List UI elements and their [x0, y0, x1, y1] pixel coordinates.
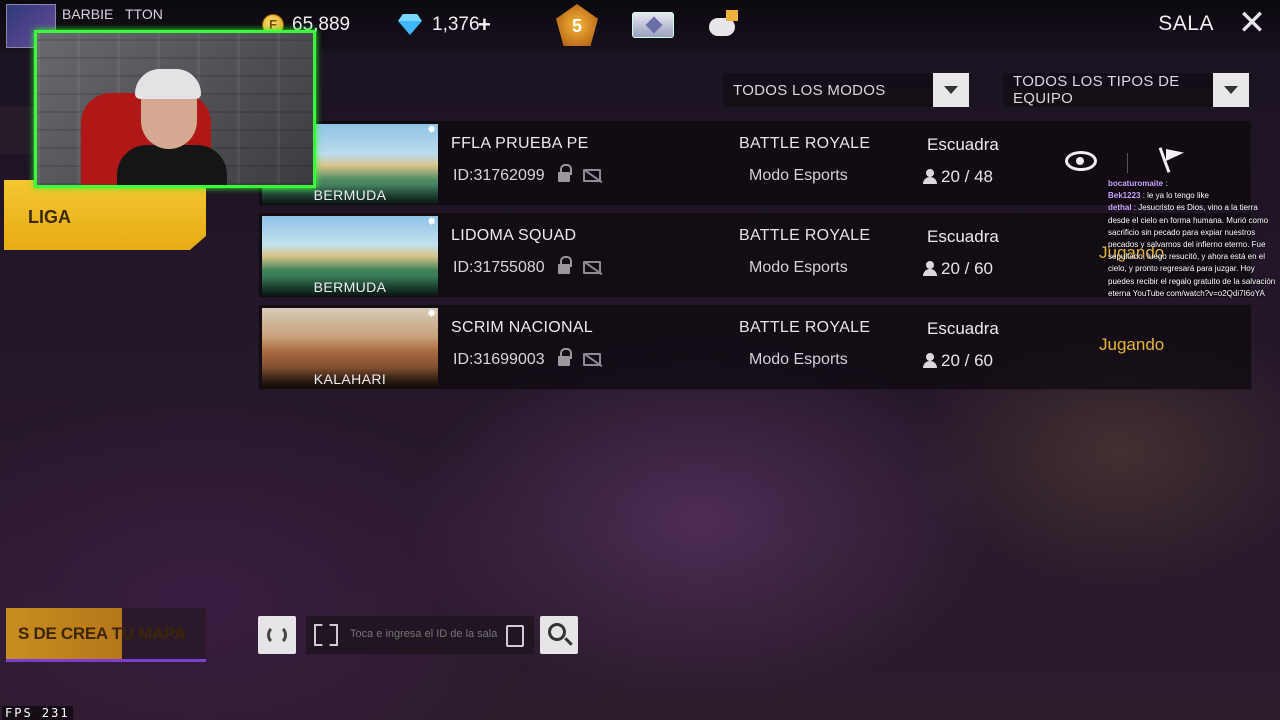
- create-map-banner[interactable]: S DE CREA TU MAPA: [6, 608, 206, 662]
- chevron-down-icon: [1213, 73, 1249, 107]
- chat-message: dethal : Jesucristo es Dios, vino a la t…: [1108, 203, 1276, 298]
- cloud-gift-icon[interactable]: [707, 10, 738, 38]
- room-id: ID:31699003: [453, 351, 545, 368]
- add-diamonds-button[interactable]: +: [478, 12, 491, 38]
- room-mode: BATTLE ROYALE: [739, 319, 871, 336]
- eye-icon[interactable]: [1065, 151, 1097, 171]
- map-label: BERMUDA: [262, 276, 438, 296]
- scan-icon[interactable]: [314, 624, 338, 646]
- chevron-down-icon: [933, 73, 969, 107]
- rank-level: 5: [571, 16, 582, 36]
- diamond-icon: [398, 14, 422, 35]
- map-thumbnail: BERMUDA: [262, 216, 438, 296]
- player-name-secondary: TTON: [125, 6, 163, 22]
- liga-label: LIGA: [28, 207, 71, 227]
- player-count-value: 20 / 48: [941, 167, 993, 186]
- left-side-tab[interactable]: [0, 106, 34, 154]
- person-icon: [923, 169, 937, 184]
- no-spectate-icon: [583, 169, 601, 182]
- liga-button[interactable]: LIGA: [4, 180, 206, 250]
- room-submode: Modo Esports: [749, 167, 848, 184]
- refresh-button[interactable]: [258, 616, 296, 654]
- player-count: 20 / 60: [923, 259, 993, 279]
- room-mode: BATTLE ROYALE: [739, 227, 871, 244]
- room-name: LIDOMA SQUAD: [451, 227, 577, 244]
- room-name: SCRIM NACIONAL: [451, 319, 593, 336]
- player-count: 20 / 60: [923, 351, 993, 371]
- fps-counter: FPS 231: [2, 706, 73, 720]
- team-type: Escuadra: [927, 135, 999, 154]
- team-types-dropdown[interactable]: TODOS LOS TIPOS DE EQUIPO: [1002, 72, 1250, 108]
- clipboard-icon[interactable]: [506, 625, 524, 647]
- chat-message: Bek1223 : le ya lo tengo like: [1108, 191, 1209, 201]
- flag-add-icon[interactable]: [1158, 147, 1189, 173]
- create-map-label: S DE CREA TU MAPA: [18, 624, 186, 643]
- player-count-value: 20 / 60: [941, 259, 993, 278]
- room-mode: BATTLE ROYALE: [739, 135, 871, 152]
- modes-dropdown[interactable]: TODOS LOS MODOS: [722, 72, 970, 108]
- chat-user: dethal: [1108, 203, 1132, 213]
- map-label: KALAHARI: [262, 368, 438, 388]
- room-row[interactable]: BERMUDA ✸ FFLA PRUEBA PE ID:31762099 BAT…: [258, 120, 1252, 206]
- team-type: Escuadra: [927, 319, 999, 338]
- person-icon: [923, 261, 937, 276]
- team-types-dropdown-label: TODOS LOS TIPOS DE EQUIPO: [1013, 73, 1180, 107]
- membership-card-icon[interactable]: [632, 12, 674, 38]
- room-row[interactable]: BERMUDA ✸ LIDOMA SQUAD ID:31755080 BATTL…: [258, 212, 1252, 298]
- room-id: ID:31755080: [453, 259, 545, 276]
- chat-user: bocaturomaite: [1108, 179, 1164, 188]
- page-title: SALA: [1158, 12, 1214, 35]
- player-name: BARBIE: [62, 6, 114, 22]
- room-row[interactable]: KALAHARI ✸ SCRIM NACIONAL ID:31699003 BA…: [258, 304, 1252, 390]
- no-spectate-icon: [583, 353, 601, 366]
- search-icon: [548, 623, 566, 641]
- chat-text: le ya lo tengo like: [1147, 191, 1209, 201]
- close-icon[interactable]: ✕: [1236, 6, 1268, 40]
- person-icon: [923, 353, 937, 368]
- star-icon: ✸: [427, 308, 437, 320]
- webcam-overlay: [34, 30, 316, 188]
- map-thumbnail: KALAHARI: [262, 308, 438, 388]
- star-icon: ✸: [427, 124, 437, 136]
- refresh-icon: [267, 625, 287, 645]
- chat-text: Jesucristo es Dios, vino a la tierra des…: [1108, 203, 1276, 298]
- room-id-input[interactable]: [350, 628, 500, 640]
- room-id-search-bar[interactable]: [306, 616, 534, 654]
- stream-chat: bocaturomaite : Bek1223 : le ya lo tengo…: [1108, 178, 1280, 300]
- player-count-value: 20 / 60: [941, 351, 993, 370]
- room-id: ID:31762099: [453, 167, 545, 184]
- room-submode: Modo Esports: [749, 351, 848, 368]
- room-name: FFLA PRUEBA PE: [451, 135, 589, 152]
- lock-icon: [557, 164, 572, 183]
- diamond-amount: 1,376: [432, 14, 480, 35]
- modes-dropdown-label: TODOS LOS MODOS: [733, 81, 886, 99]
- star-icon: ✸: [427, 216, 437, 228]
- team-type: Escuadra: [927, 227, 999, 246]
- divider: [1127, 153, 1128, 173]
- room-submode: Modo Esports: [749, 259, 848, 276]
- chat-user: Bek1223: [1108, 191, 1141, 201]
- chat-message: bocaturomaite :: [1108, 179, 1168, 188]
- search-button[interactable]: [540, 616, 578, 654]
- room-status: Jugando: [1099, 335, 1165, 354]
- player-count: 20 / 48: [923, 167, 993, 187]
- no-spectate-icon: [583, 261, 601, 274]
- lock-icon: [557, 348, 572, 367]
- lock-icon: [557, 256, 572, 275]
